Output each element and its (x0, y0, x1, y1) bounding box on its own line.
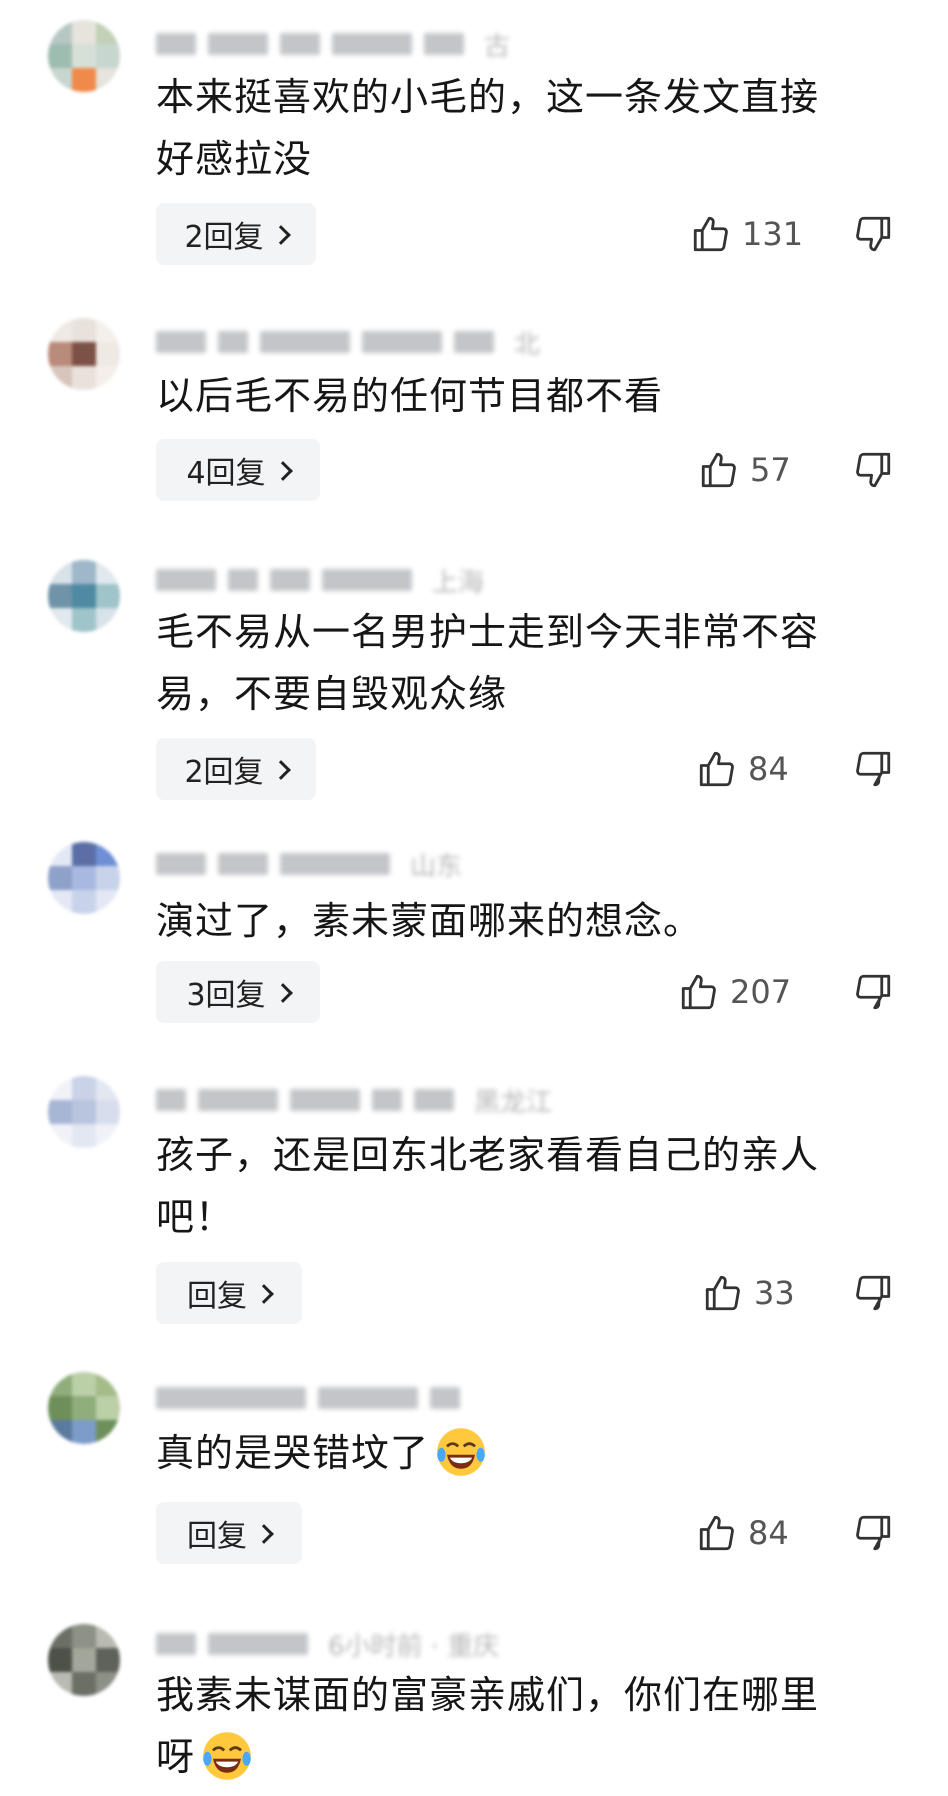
comment-location: 6小时前 · 重庆 (328, 1631, 500, 1662)
comment-text: 我素未谋面的富豪亲戚们，你们在哪里 呀 (156, 1664, 896, 1788)
laugh-cry-emoji (203, 1731, 251, 1780)
comment-item: 6小时前 · 重庆 我素未谋面的富豪亲戚们，你们在哪里 呀 (0, 0, 948, 1796)
comment-meta: 6小时前 · 重庆 (156, 1630, 499, 1662)
avatar[interactable] (48, 1624, 120, 1696)
